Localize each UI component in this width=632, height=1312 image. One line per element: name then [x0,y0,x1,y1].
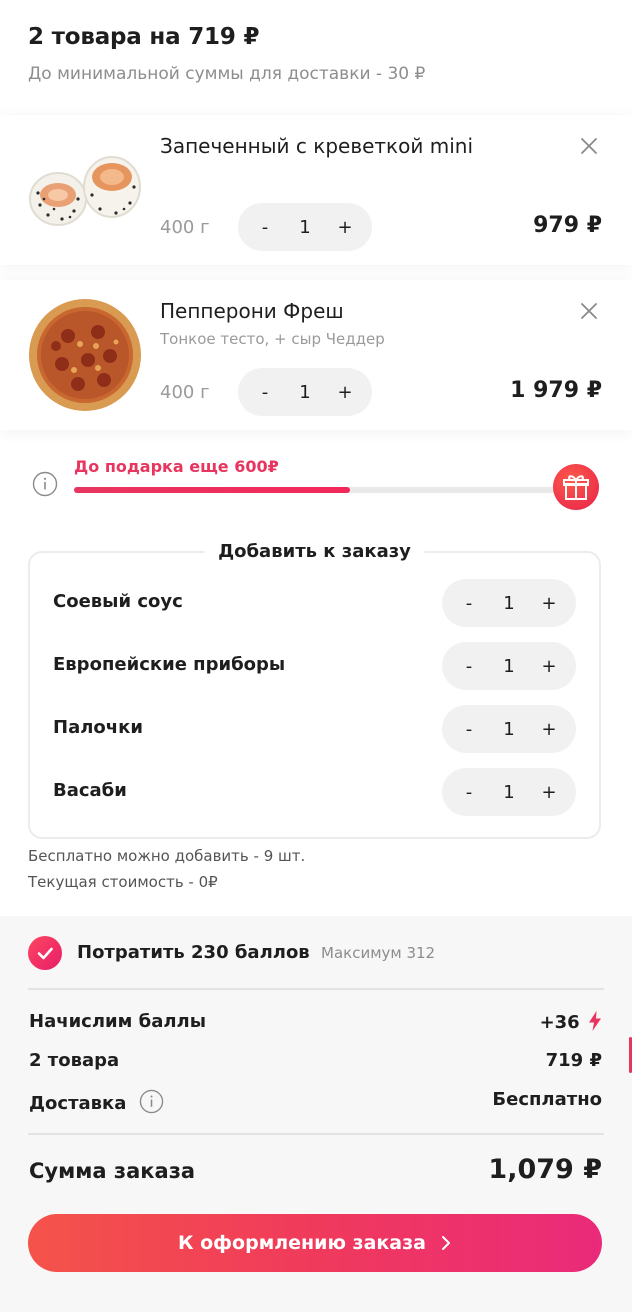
addon-label: Палочки [53,717,143,738]
decrement-button[interactable]: - [460,719,478,740]
delivery-value: Бесплатно [492,1089,602,1110]
items-total-row: 2 товара 719 ₽ [29,1050,602,1076]
increment-button[interactable]: + [540,782,558,803]
addons-cost-note: Текущая стоимость - 0₽ [28,873,218,891]
addons-box: Добавить к заказу Соевый соус - 1 + Евро… [28,541,601,839]
quantity-stepper: - 1 + [442,579,576,627]
free-addons-note: Бесплатно можно добавить - 9 шт. [28,847,306,865]
addon-row: Европейские приборы - 1 + [30,642,599,690]
spend-points-max: Максимум 312 [321,944,436,962]
chevron-right-icon [442,1236,450,1250]
items-total-label: 2 товара [29,1050,120,1071]
checkout-button-label: К оформлению заказа [177,1232,426,1254]
increment-button[interactable]: + [336,217,354,238]
accrue-points-value-wrap: +36 [540,1011,602,1033]
order-total-label: Сумма заказа [29,1159,196,1183]
check-icon [37,947,53,960]
quantity-value: 1 [299,216,311,238]
delivery-row: Доставка Бесплатно [29,1089,602,1115]
delivery-label: Доставка [29,1093,127,1114]
close-icon[interactable] [578,300,600,322]
decrement-button[interactable]: - [460,782,478,803]
quantity-stepper: - 1 + [442,705,576,753]
order-summary: Потратить 230 баллов Максимум 312 Начисл… [0,916,632,1312]
spend-points-checkbox[interactable] [28,936,62,970]
quantity-stepper: - 1 + [442,768,576,816]
info-icon[interactable] [139,1089,164,1114]
divider [28,1133,604,1135]
quantity-value: 1 [503,718,515,740]
product-description: Тонкое тесто, + сыр Чеддер [160,330,385,348]
decrement-button[interactable]: - [256,217,274,238]
increment-button[interactable]: + [336,382,354,403]
gift-progress-track [74,487,594,493]
quantity-value: 1 [299,381,311,403]
accrue-points-value: +36 [539,1012,580,1033]
gift-progress: До подарка еще 600₽ [0,455,632,515]
min-delivery-note: До минимальной суммы для доставки - 30 ₽ [28,64,426,84]
cart-item: Запеченный с креветкой mini 400 г - 1 + … [0,115,632,265]
quantity-value: 1 [503,781,515,803]
cart-header: 2 товара на 719 ₽ До минимальной суммы д… [28,24,604,84]
quantity-stepper: - 1 + [238,203,372,251]
accrue-points-row: Начислим баллы +36 [29,1011,602,1037]
checkout-button[interactable]: К оформлению заказа [28,1214,602,1272]
addon-label: Соевый соус [53,591,183,612]
delivery-label-wrap: Доставка [29,1089,164,1114]
increment-button[interactable]: + [540,656,558,677]
gift-badge[interactable] [553,464,599,510]
spend-points-label: Потратить 230 баллов [77,942,310,963]
product-name: Пепперони Фреш [160,299,344,323]
addon-label: Васаби [53,780,127,801]
decrement-button[interactable]: - [460,593,478,614]
gift-progress-fill [74,487,350,493]
sushi-roll-image [29,156,141,226]
quantity-value: 1 [503,592,515,614]
product-weight: 400 г [160,217,210,238]
increment-button[interactable]: + [540,719,558,740]
decrement-button[interactable]: - [256,382,274,403]
cart-item: Пепперони Фреш Тонкое тесто, + сыр Чедде… [0,280,632,430]
quantity-value: 1 [503,655,515,677]
addon-label: Европейские приборы [53,654,286,675]
lightning-icon [589,1011,601,1031]
addons-title: Добавить к заказу [204,541,425,562]
gift-icon [563,475,589,500]
product-price: 979 ₽ [533,213,602,238]
quantity-stepper: - 1 + [238,368,372,416]
decrement-button[interactable]: - [460,656,478,677]
addon-row: Палочки - 1 + [30,705,599,753]
product-price: 1 979 ₽ [510,378,602,403]
close-icon[interactable] [578,135,600,157]
divider [28,988,604,990]
items-total-value: 719 ₽ [545,1050,602,1071]
product-name: Запеченный с креветкой mini [160,134,473,158]
accrue-points-label: Начислим баллы [29,1011,206,1032]
info-icon[interactable] [32,471,58,497]
addon-row: Васаби - 1 + [30,768,599,816]
addon-row: Соевый соус - 1 + [30,579,599,627]
product-weight: 400 г [160,382,210,403]
quantity-stepper: - 1 + [442,642,576,690]
increment-button[interactable]: + [540,593,558,614]
order-total-value: 1,079 ₽ [488,1154,602,1185]
pizza-image [29,299,141,411]
gift-progress-text: До подарка еще 600₽ [74,457,279,476]
cart-title: 2 товара на 719 ₽ [28,24,260,50]
